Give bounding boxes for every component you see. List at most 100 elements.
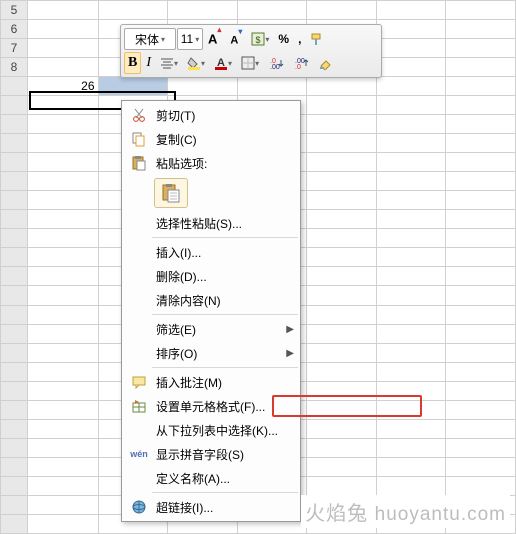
cell[interactable] (376, 419, 446, 438)
menu-copy[interactable]: 复制(C) (124, 127, 298, 151)
cell[interactable] (237, 1, 307, 20)
cell[interactable] (376, 77, 446, 96)
cell[interactable] (446, 362, 516, 381)
cell[interactable] (446, 172, 516, 191)
cell[interactable] (446, 324, 516, 343)
cell[interactable] (307, 77, 377, 96)
increase-decimal-button[interactable]: .0.00 (264, 52, 288, 74)
cell[interactable] (307, 153, 377, 172)
cell[interactable] (446, 191, 516, 210)
cell[interactable] (27, 343, 98, 362)
cell[interactable] (307, 343, 377, 362)
cell[interactable] (446, 39, 516, 58)
menu-delete[interactable]: 删除(D)... (124, 264, 298, 288)
cell[interactable] (376, 267, 446, 286)
cell[interactable] (27, 115, 98, 134)
row-header[interactable] (1, 438, 28, 457)
cell[interactable] (446, 77, 516, 96)
cell[interactable] (27, 362, 98, 381)
row-header[interactable] (1, 191, 28, 210)
cell[interactable] (27, 229, 98, 248)
cell[interactable] (307, 362, 377, 381)
cell[interactable] (168, 1, 238, 20)
cell[interactable] (98, 1, 168, 20)
row-header[interactable] (1, 381, 28, 400)
cell[interactable] (27, 191, 98, 210)
menu-hyperlink[interactable]: 超链接(I)... (124, 495, 298, 519)
cell[interactable]: 26 (27, 77, 98, 96)
cell[interactable] (376, 457, 446, 476)
row-header[interactable] (1, 134, 28, 153)
row-header[interactable]: 5 (1, 1, 28, 20)
cell[interactable] (376, 58, 446, 77)
row-header[interactable] (1, 267, 28, 286)
shrink-font-button[interactable]: A▾ (226, 28, 246, 50)
cell[interactable] (27, 210, 98, 229)
cell[interactable] (27, 457, 98, 476)
cell[interactable] (446, 153, 516, 172)
cell[interactable] (446, 305, 516, 324)
menu-filter[interactable]: 筛选(E) ▶ (124, 317, 298, 341)
cell[interactable] (376, 381, 446, 400)
cell[interactable] (27, 419, 98, 438)
cell[interactable] (446, 267, 516, 286)
cell[interactable] (376, 191, 446, 210)
row-header[interactable] (1, 96, 28, 115)
cell[interactable] (307, 248, 377, 267)
menu-phonetic[interactable]: wén 显示拼音字段(S) (124, 442, 298, 466)
row-header[interactable] (1, 324, 28, 343)
cell[interactable] (27, 438, 98, 457)
row-header[interactable] (1, 362, 28, 381)
cell[interactable] (376, 153, 446, 172)
cell[interactable] (376, 20, 446, 39)
cell[interactable] (307, 305, 377, 324)
menu-paste-special[interactable]: 选择性粘贴(S)... (124, 211, 298, 235)
cell[interactable] (376, 476, 446, 495)
row-header[interactable]: 8 (1, 58, 28, 77)
cell[interactable] (376, 324, 446, 343)
cell[interactable] (307, 381, 377, 400)
row-header[interactable] (1, 476, 28, 495)
cell[interactable] (376, 400, 446, 419)
cell[interactable] (446, 438, 516, 457)
cell[interactable] (446, 476, 516, 495)
cell[interactable] (446, 457, 516, 476)
cell[interactable] (446, 96, 516, 115)
format-painter-button[interactable] (306, 28, 328, 50)
font-color-button[interactable]: A ▾ (210, 52, 236, 74)
menu-format-cells[interactable]: 设置单元格格式(F)... (124, 394, 298, 418)
cell[interactable] (27, 248, 98, 267)
cell[interactable] (27, 514, 98, 533)
cell[interactable] (376, 1, 446, 20)
cell[interactable] (237, 77, 307, 96)
cell[interactable] (307, 210, 377, 229)
cell[interactable] (98, 77, 168, 96)
row-header[interactable] (1, 153, 28, 172)
cell[interactable] (307, 419, 377, 438)
cell[interactable] (168, 77, 238, 96)
cell[interactable] (27, 286, 98, 305)
cell[interactable] (376, 362, 446, 381)
row-header[interactable] (1, 286, 28, 305)
font-size-select[interactable]: 11▾ (177, 28, 203, 50)
percent-button[interactable]: % (274, 28, 293, 50)
row-header[interactable] (1, 495, 28, 514)
menu-clear-contents[interactable]: 清除内容(N) (124, 288, 298, 312)
cell[interactable] (376, 134, 446, 153)
paste-default-button[interactable] (154, 178, 188, 208)
cell[interactable] (376, 438, 446, 457)
cell[interactable] (446, 20, 516, 39)
cell[interactable] (27, 153, 98, 172)
cell[interactable] (27, 1, 98, 20)
cell[interactable] (27, 305, 98, 324)
bold-button[interactable]: B (124, 52, 141, 74)
row-header[interactable] (1, 419, 28, 438)
row-header[interactable]: 6 (1, 20, 28, 39)
cell[interactable] (27, 96, 98, 115)
cell[interactable] (376, 39, 446, 58)
cell[interactable] (307, 172, 377, 191)
cell[interactable] (307, 96, 377, 115)
cell[interactable] (27, 324, 98, 343)
accounting-format-button[interactable]: $ ▾ (247, 28, 273, 50)
cell[interactable] (446, 115, 516, 134)
